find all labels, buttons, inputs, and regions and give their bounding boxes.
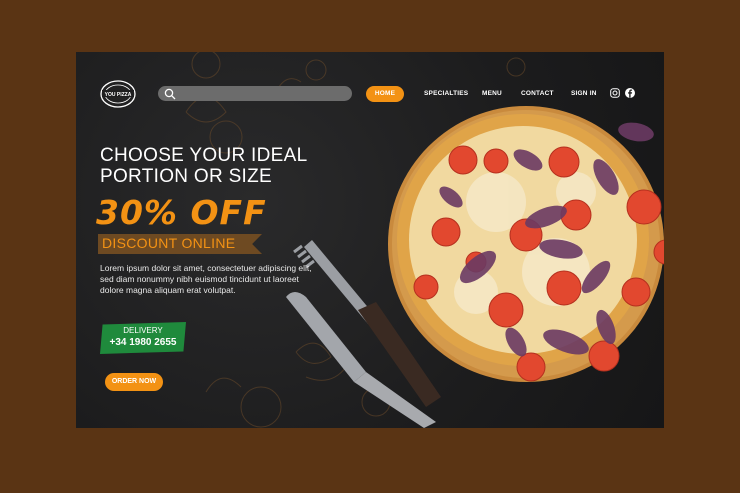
instagram-icon[interactable] [610,88,620,98]
discount-ribbon: DISCOUNT ONLINE [98,234,262,254]
order-now-button[interactable]: ORDER NOW [105,373,163,391]
nav-specialties[interactable]: SPECIALTIES [424,86,468,102]
hero-title: CHOOSE YOUR IDEAL PORTION OR SIZE [100,145,340,187]
search-icon [164,88,176,100]
nav-home[interactable]: HOME [366,86,404,102]
logo-text: YOU PIZZA [105,92,132,98]
nav-menu[interactable]: MENU [482,86,502,102]
landing-page: YOU PIZZA HOME SPECIALTIES MENU CONTACT … [76,52,664,428]
delivery-label: DELIVERY [123,326,163,335]
hero-title-line2: PORTION OR SIZE [100,166,273,187]
delivery-phone[interactable]: +34 1980 2655 [100,337,186,348]
search-input[interactable] [158,86,352,101]
facebook-icon[interactable] [625,88,635,98]
hero-title-line1: CHOOSE YOUR IDEAL [100,145,308,166]
discount-headline: 30% OFF [96,193,267,232]
hero-description: Lorem ipsum dolor sit amet, consectetuer… [100,263,312,295]
nav-contact[interactable]: CONTACT [521,86,554,102]
ribbon-label: DISCOUNT ONLINE [102,235,236,251]
delivery-badge[interactable]: DELIVERY +34 1980 2655 [100,322,186,354]
nav-sign-in[interactable]: SIGN IN [571,86,597,102]
brand-logo[interactable]: YOU PIZZA [100,79,136,109]
